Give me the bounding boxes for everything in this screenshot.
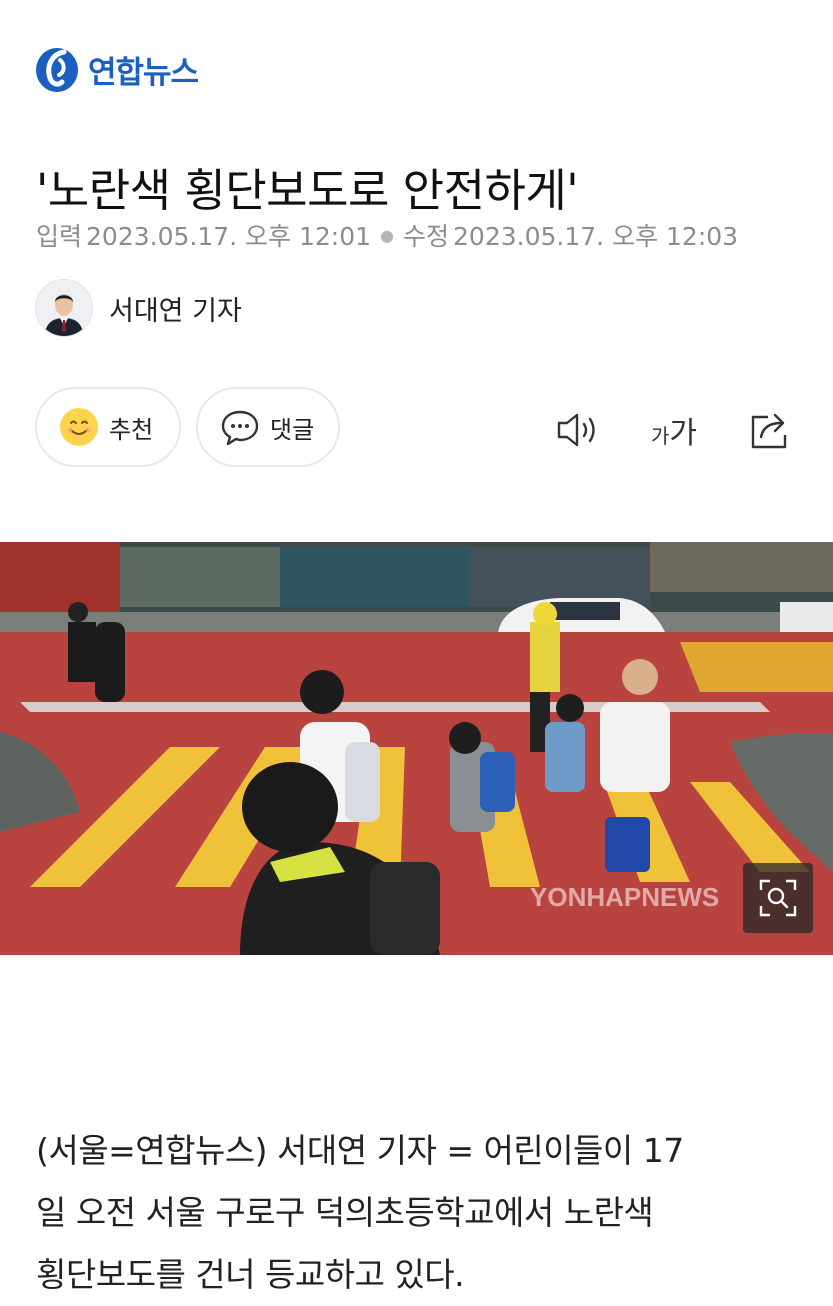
comment-button[interactable]: 댓글 — [196, 387, 340, 467]
brand-name: 연합뉴스 — [88, 54, 199, 91]
reporter-avatar[interactable] — [35, 279, 93, 337]
edit-time: 2023.05.17. 오후 12:03 — [453, 222, 739, 251]
like-button[interactable]: 추천 — [35, 387, 181, 467]
reporter-name[interactable]: 서대연 기자 — [109, 289, 242, 328]
article-photo[interactable]: YONHAPNEWS — [0, 542, 833, 955]
reporter-info[interactable]: 서대연 기자 — [35, 279, 242, 337]
input-time: 2023.05.17. 오후 12:01 — [86, 222, 372, 251]
body-line: (서울=연합뉴스) 서대연 기자 = 어린이들이 17 — [36, 1131, 684, 1170]
body-line: 일 오전 서울 구로구 덕의초등학교에서 노란색 — [36, 1193, 654, 1232]
zoom-button[interactable] — [743, 863, 813, 933]
zoom-icon — [759, 879, 797, 917]
comment-label: 댓글 — [270, 415, 315, 444]
input-label: 입력 — [36, 222, 83, 251]
smiley-icon — [60, 408, 98, 446]
photo-watermark: YONHAPNEWS — [530, 882, 720, 912]
meta-separator: ● — [380, 225, 395, 245]
font-size-button[interactable]: 가가 — [644, 404, 704, 456]
font-size-icon: 가가 — [650, 416, 697, 451]
body-line: 횡단보도를 건너 등교하고 있다. — [36, 1255, 465, 1294]
speaker-icon — [557, 413, 595, 447]
share-button[interactable] — [745, 404, 797, 456]
article-body: (서울=연합뉴스) 서대연 기자 = 어린이들이 17 일 오전 서울 구로구 … — [36, 1120, 806, 1306]
brand-logo[interactable]: 연합뉴스 — [34, 42, 199, 96]
share-icon — [751, 413, 787, 449]
like-label: 추천 — [109, 415, 154, 444]
speech-bubble-icon — [221, 410, 259, 446]
article-meta: 입력 2023.05.17. 오후 12:01 ● 수정 2023.05.17.… — [36, 217, 738, 253]
yonhap-logo-icon — [36, 48, 78, 92]
article-title: '노란색 횡단보도로 안전하게' — [36, 164, 579, 218]
tts-button[interactable] — [552, 404, 604, 456]
edit-label: 수정 — [403, 222, 450, 251]
